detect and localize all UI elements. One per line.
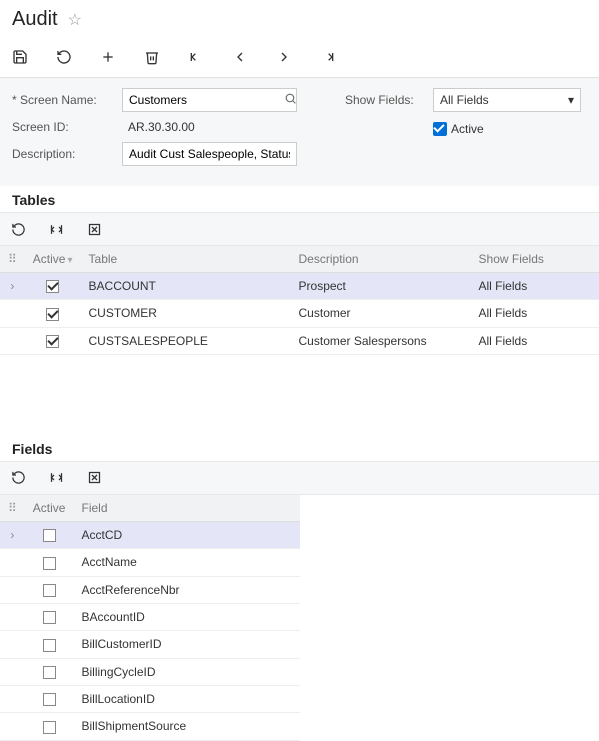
show-fields-label: Show Fields: — [345, 93, 433, 107]
row-indicator — [0, 300, 25, 327]
field-row[interactable]: › AcctCD — [0, 521, 300, 548]
fit-columns-button[interactable] — [46, 219, 66, 239]
show-fields-header[interactable]: Show Fields — [471, 246, 599, 273]
table-cell[interactable]: CUSTSALESPEOPLE — [81, 327, 291, 354]
show-fields-select[interactable]: All Fields ▾ — [433, 88, 581, 112]
field-cell[interactable]: AcctCD — [73, 521, 300, 548]
table-row[interactable]: CUSTSALESPEOPLE Customer Salespersons Al… — [0, 327, 599, 354]
search-icon[interactable] — [284, 92, 297, 108]
fields-toolbar — [0, 461, 599, 495]
row-indicator — [0, 576, 25, 603]
table-cell[interactable]: CUSTOMER — [81, 300, 291, 327]
screen-name-label: Screen Name: — [12, 93, 122, 107]
field-row[interactable]: BillCustomerID — [0, 631, 300, 658]
row-indicator — [0, 631, 25, 658]
show-fields-cell[interactable]: All Fields — [471, 300, 599, 327]
tables-grid: ⠿ Active▾ Table Description Show Fields … — [0, 246, 599, 355]
form-panel: Screen Name: Show Fields: All Fields ▾ S… — [0, 78, 599, 186]
chevron-down-icon: ▾ — [568, 93, 574, 107]
undo-button[interactable] — [52, 45, 76, 69]
show-fields-value: All Fields — [440, 93, 489, 107]
active-checkbox[interactable] — [46, 335, 59, 348]
active-checkbox[interactable] — [43, 584, 56, 597]
active-checkbox[interactable] — [43, 639, 56, 652]
field-cell[interactable]: BillShipmentSource — [73, 713, 300, 740]
next-button[interactable] — [272, 45, 296, 69]
active-checkbox[interactable] — [46, 280, 59, 293]
first-button[interactable] — [184, 45, 208, 69]
description-cell[interactable]: Customer — [291, 300, 471, 327]
filter-icon: ▾ — [67, 255, 72, 266]
field-row[interactable]: AcctReferenceNbr — [0, 576, 300, 603]
active-checkbox[interactable] — [43, 666, 56, 679]
row-indicator — [0, 603, 25, 630]
main-toolbar — [0, 39, 599, 75]
row-selector-header[interactable]: ⠿ — [0, 495, 25, 522]
screen-name-field[interactable] — [129, 93, 284, 107]
row-indicator — [0, 549, 25, 576]
field-cell[interactable]: BAccountID — [73, 603, 300, 630]
field-cell[interactable]: BillCustomerID — [73, 631, 300, 658]
field-row[interactable]: BAccountID — [0, 603, 300, 630]
fit-columns-button[interactable] — [46, 468, 66, 488]
row-indicator — [0, 713, 25, 740]
active-checkbox[interactable] — [43, 557, 56, 570]
row-indicator: › — [0, 273, 25, 300]
description-header[interactable]: Description — [291, 246, 471, 273]
fields-grid: ⠿ Active Field › AcctCD AcctName AcctRef… — [0, 495, 300, 741]
export-button[interactable] — [84, 468, 104, 488]
active-checkbox[interactable] — [43, 721, 56, 734]
active-checkbox[interactable] — [433, 122, 447, 136]
description-cell[interactable]: Customer Salespersons — [291, 327, 471, 354]
page-title: Audit — [12, 8, 58, 31]
add-button[interactable] — [96, 45, 120, 69]
row-selector-header[interactable]: ⠿ — [0, 246, 25, 273]
row-indicator — [0, 327, 25, 354]
table-header[interactable]: Table — [81, 246, 291, 273]
table-cell[interactable]: BACCOUNT — [81, 273, 291, 300]
table-row[interactable]: › BACCOUNT Prospect All Fields — [0, 273, 599, 300]
active-checkbox[interactable] — [43, 529, 56, 542]
show-fields-cell[interactable]: All Fields — [471, 273, 599, 300]
row-indicator — [0, 658, 25, 685]
field-row[interactable]: AcctName — [0, 549, 300, 576]
refresh-button[interactable] — [8, 219, 28, 239]
refresh-button[interactable] — [8, 468, 28, 488]
field-cell[interactable]: BillingCycleID — [73, 658, 300, 685]
delete-button[interactable] — [140, 45, 164, 69]
field-row[interactable]: BillingCycleID — [0, 658, 300, 685]
tables-toolbar — [0, 212, 599, 246]
active-checkbox[interactable] — [43, 611, 56, 624]
field-cell[interactable]: AcctReferenceNbr — [73, 576, 300, 603]
active-header[interactable]: Active — [25, 495, 74, 522]
active-checkbox[interactable] — [46, 308, 59, 321]
description-label: Description: — [12, 147, 122, 161]
export-button[interactable] — [84, 219, 104, 239]
field-header[interactable]: Field — [73, 495, 300, 522]
screen-name-input[interactable] — [122, 88, 297, 112]
active-label: Active — [451, 122, 484, 136]
field-row[interactable]: BillLocationID — [0, 685, 300, 712]
fields-section-title: Fields — [0, 435, 599, 461]
active-header[interactable]: Active▾ — [25, 246, 81, 273]
row-indicator — [0, 685, 25, 712]
tables-section-title: Tables — [0, 186, 599, 212]
screen-id-value: AR.30.30.00 — [122, 120, 297, 134]
prev-button[interactable] — [228, 45, 252, 69]
field-cell[interactable]: BillLocationID — [73, 685, 300, 712]
description-cell[interactable]: Prospect — [291, 273, 471, 300]
active-checkbox[interactable] — [43, 693, 56, 706]
save-button[interactable] — [8, 45, 32, 69]
last-button[interactable] — [316, 45, 340, 69]
screen-id-label: Screen ID: — [12, 120, 122, 134]
table-row[interactable]: CUSTOMER Customer All Fields — [0, 300, 599, 327]
description-input[interactable] — [122, 142, 297, 166]
field-cell[interactable]: AcctName — [73, 549, 300, 576]
field-row[interactable]: BillShipmentSource — [0, 713, 300, 740]
favorite-star-icon[interactable]: ☆ — [68, 10, 82, 30]
show-fields-cell[interactable]: All Fields — [471, 327, 599, 354]
row-indicator: › — [0, 521, 25, 548]
